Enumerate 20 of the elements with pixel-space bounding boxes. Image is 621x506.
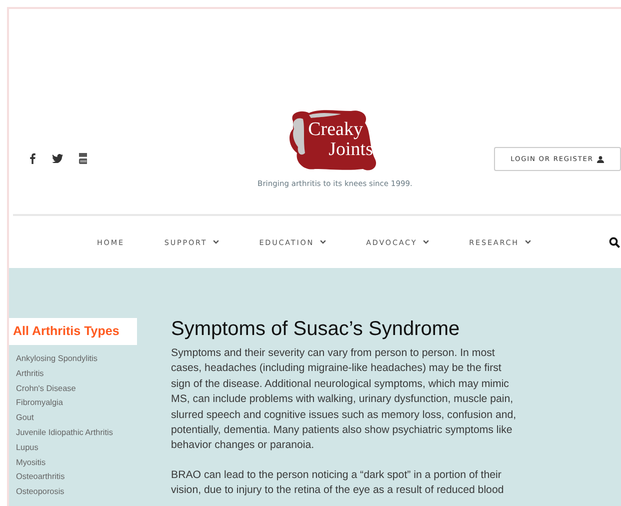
sidebar-link[interactable]: Myositis: [16, 456, 137, 470]
article-title: Symptoms of Susac’s Syndrome: [171, 318, 461, 340]
sidebar-link[interactable]: Osteoarthritis: [16, 470, 137, 486]
paragraph: Symptoms and their severity can vary from person to person. In most cases, headaches (including migraine-like headaches) may be the first sign of the disease. Additional neurological symptoms, which may mimic MS, can include problems with walking, urinary dysfunction, muscle pain, slurred speech and cognitive issues such as memory loss, confusion and, potentially, dementia. Many patients also show psychiatric symptoms like behavior changes or paranoia.: [171, 346, 518, 454]
sidebar-link[interactable]: Lupus: [16, 440, 137, 456]
sidebar-link[interactable]: Juvenile Idiopathic Arthritis: [16, 426, 137, 441]
sidebar-link[interactable]: Osteoporosis: [16, 485, 137, 500]
user-icon: [597, 156, 604, 162]
logo-text: Joints: [328, 140, 373, 160]
sidebar-link[interactable]: Gout: [16, 411, 137, 426]
sidebar-link[interactable]: Fibromyalgia: [16, 396, 137, 412]
facebook-icon[interactable]: [29, 153, 36, 164]
paragraph: BRAO can lead to the person noticing a “dark spot” in a portion of their vision, due to injury to the retina of the eye as a result of reduced blood: [171, 468, 505, 498]
logo-text: Creaky: [308, 120, 363, 140]
sidebar-link[interactable]: Arthritis: [16, 366, 137, 382]
sidebar-title: All Arthritis Types: [9, 318, 137, 345]
sidebar-link[interactable]: Crohn's Disease: [16, 382, 137, 396]
sidebar-link[interactable]: Ankylosing Spondylitis: [16, 352, 137, 367]
twitter-icon[interactable]: [52, 154, 63, 163]
search-icon[interactable]: [609, 236, 620, 248]
